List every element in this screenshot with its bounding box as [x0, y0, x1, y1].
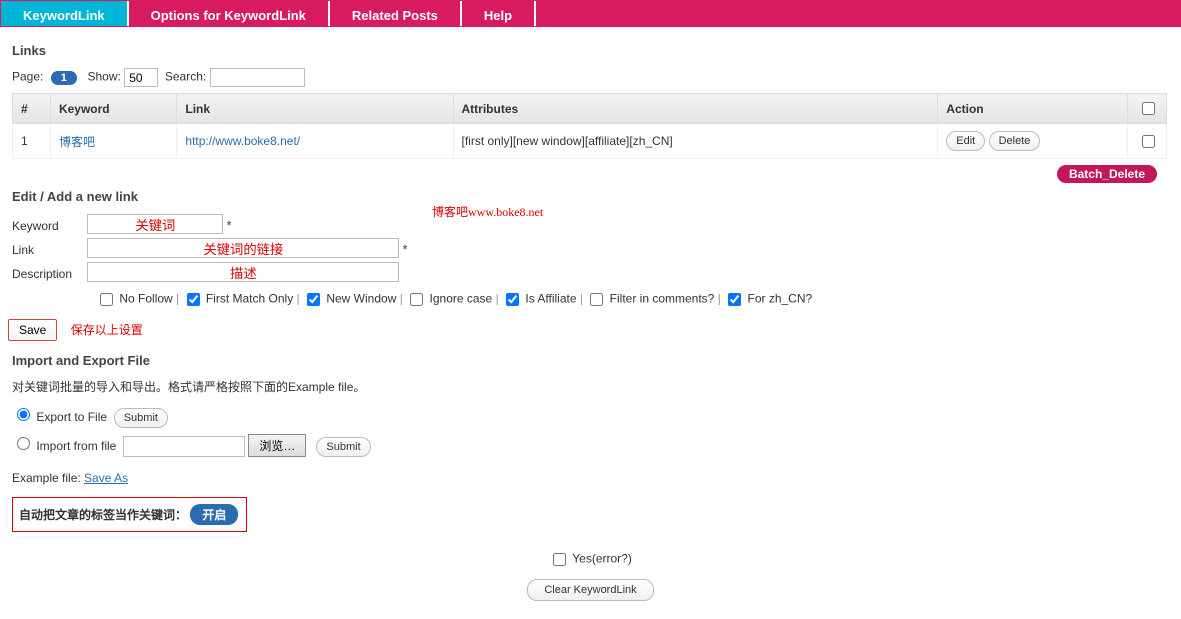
show-label: Show:	[88, 70, 121, 84]
example-file-label: Example file:	[12, 471, 81, 485]
autotag-label: 自动把文章的标签当作关键词：	[19, 508, 187, 522]
description-field-label: Description	[12, 267, 84, 281]
export-submit-button[interactable]: Submit	[114, 408, 168, 428]
import-export-heading: Import and Export File	[12, 353, 1169, 368]
newwindow-checkbox[interactable]	[307, 293, 320, 306]
import-submit-button[interactable]: Submit	[316, 437, 370, 457]
page-label: Page:	[12, 70, 43, 84]
watermark-text: 博客吧www.boke8.net	[432, 203, 543, 220]
example-file-link[interactable]: Save As	[84, 471, 128, 485]
cell-attributes: [first only][new window][affiliate][zh_C…	[453, 124, 938, 159]
page-number[interactable]: 1	[51, 71, 77, 85]
search-input[interactable]	[210, 68, 305, 87]
import-file-input[interactable]	[123, 436, 245, 457]
col-action: Action	[938, 94, 1128, 124]
newwindow-label: New Window	[326, 292, 396, 306]
forzh-label: For zh_CN?	[748, 292, 813, 306]
keyword-input[interactable]	[87, 214, 223, 234]
cell-num: 1	[13, 124, 51, 159]
col-keyword: Keyword	[50, 94, 176, 124]
main-tabs: KeywordLink Options for KeywordLink Rela…	[0, 0, 1181, 27]
pager-row: Page: 1 Show: Search:	[12, 68, 1169, 87]
nofollow-checkbox[interactable]	[100, 293, 113, 306]
tab-options[interactable]: Options for KeywordLink	[129, 1, 330, 26]
affiliate-label: Is Affiliate	[525, 292, 576, 306]
import-label: Import from file	[36, 439, 116, 453]
show-input[interactable]	[124, 68, 158, 87]
cell-keyword-link[interactable]: 博客吧	[59, 135, 95, 149]
links-heading: Links	[12, 43, 1169, 58]
table-row: 1 博客吧 http://www.boke8.net/ [first only]…	[13, 124, 1167, 159]
clear-keywordlink-button[interactable]: Clear KeywordLink	[527, 579, 653, 601]
cell-link-url[interactable]: http://www.boke8.net/	[185, 134, 300, 148]
yes-error-label: Yes(error?)	[572, 552, 632, 566]
save-note: 保存以上设置	[71, 323, 143, 337]
export-label: Export to File	[36, 410, 107, 424]
col-link: Link	[177, 94, 453, 124]
search-label: Search:	[165, 70, 206, 84]
links-table: # Keyword Link Attributes Action 1 博客吧 h…	[12, 93, 1167, 159]
filtercomments-checkbox[interactable]	[590, 293, 603, 306]
tab-help[interactable]: Help	[462, 1, 536, 26]
import-export-note: 对关键词批量的导入和导出。格式请严格按照下面的Example file。	[12, 378, 1169, 395]
forzh-checkbox[interactable]	[728, 293, 741, 306]
batch-delete-button[interactable]: Batch_Delete	[1057, 165, 1157, 183]
ignorecase-label: Ignore case	[430, 292, 493, 306]
save-button[interactable]: Save	[8, 319, 57, 341]
delete-button[interactable]: Delete	[989, 131, 1041, 151]
options-checks: No Follow | First Match Only | New Windo…	[96, 290, 1169, 309]
ignorecase-checkbox[interactable]	[410, 293, 423, 306]
affiliate-checkbox[interactable]	[506, 293, 519, 306]
tab-related-posts[interactable]: Related Posts	[330, 1, 462, 26]
autotag-box: 自动把文章的标签当作关键词： 开启	[12, 497, 247, 532]
export-radio[interactable]	[17, 408, 30, 421]
description-input[interactable]	[87, 262, 399, 282]
col-num: #	[13, 94, 51, 124]
edit-heading: Edit / Add a new link	[12, 189, 1169, 204]
firstmatch-label: First Match Only	[206, 292, 293, 306]
firstmatch-checkbox[interactable]	[187, 293, 200, 306]
link-field-label: Link	[12, 243, 84, 257]
select-all-checkbox[interactable]	[1142, 102, 1155, 115]
link-input[interactable]	[87, 238, 399, 258]
row-checkbox[interactable]	[1142, 135, 1155, 148]
nofollow-label: No Follow	[119, 292, 172, 306]
required-star-2: *	[403, 243, 408, 257]
browse-button[interactable]: 浏览…	[248, 434, 306, 457]
filtercomments-label: Filter in comments?	[610, 292, 715, 306]
col-attributes: Attributes	[453, 94, 938, 124]
autotag-enable-button[interactable]: 开启	[190, 504, 238, 525]
required-star: *	[227, 219, 232, 233]
tab-keywordlink[interactable]: KeywordLink	[1, 1, 129, 26]
import-radio[interactable]	[17, 437, 30, 450]
keyword-field-label: Keyword	[12, 219, 84, 233]
edit-button[interactable]: Edit	[946, 131, 985, 151]
yes-error-checkbox[interactable]	[553, 553, 566, 566]
